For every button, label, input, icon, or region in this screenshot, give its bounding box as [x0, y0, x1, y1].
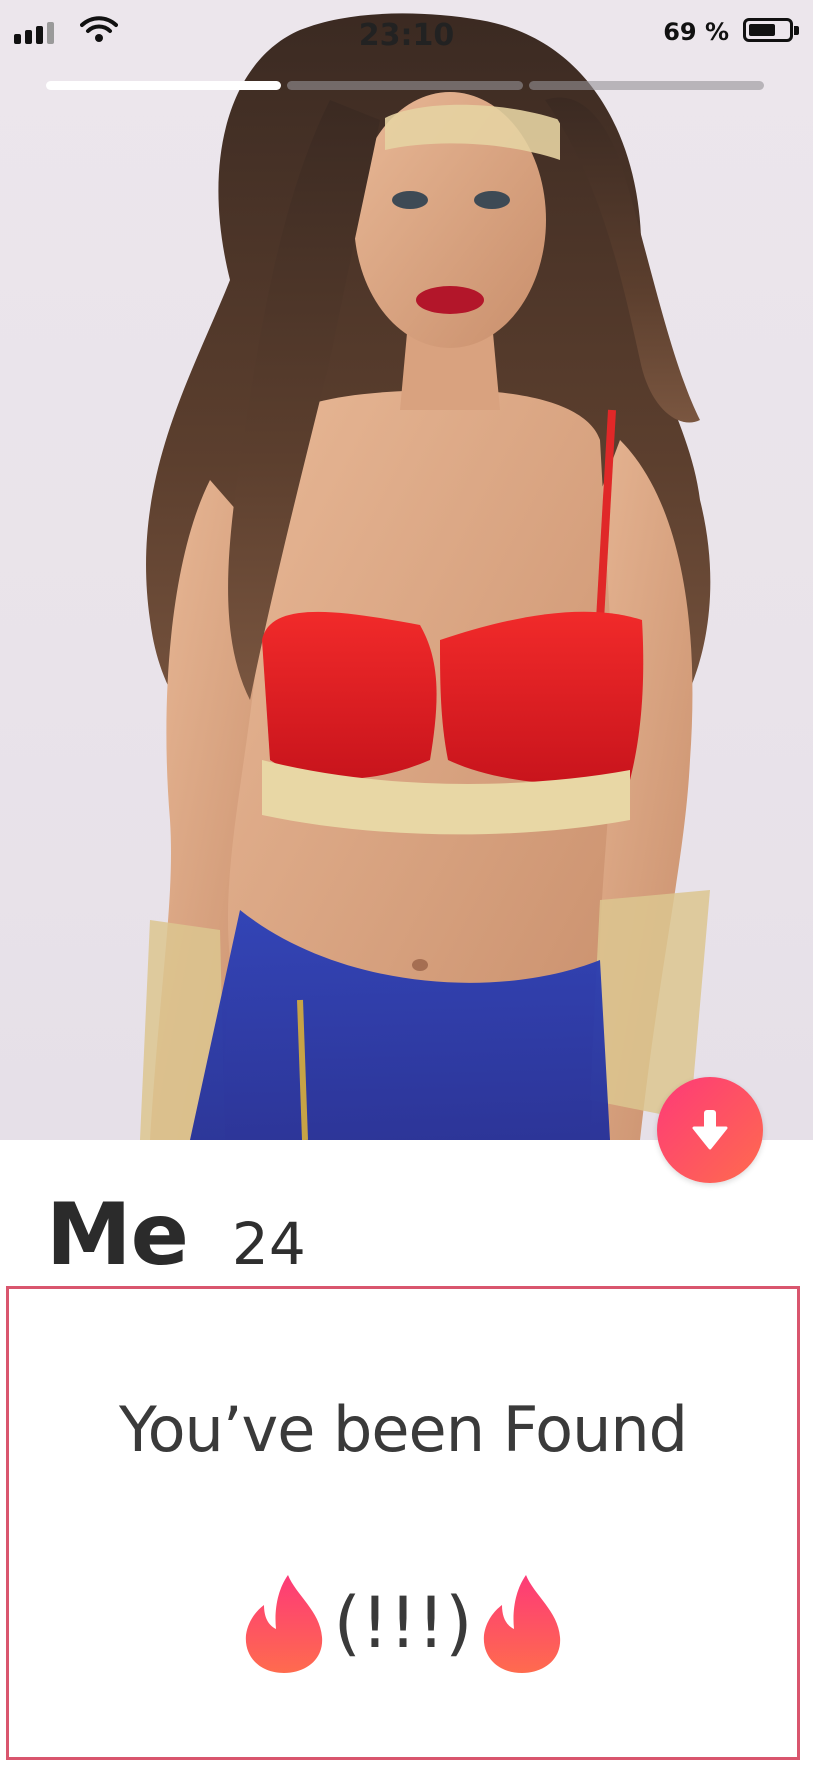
bio-box: You’ve been Found (!!!)	[6, 1286, 800, 1760]
bio-line-2: (!!!)	[9, 1571, 797, 1675]
photo-progress-segment[interactable]	[287, 81, 523, 90]
flame-icon	[245, 1575, 322, 1673]
profile-photo-image	[140, 13, 711, 1140]
profile-screen: 23:10 69 % Me 24 You’ve been Found (!!!)	[0, 0, 813, 1766]
arrow-down-icon	[692, 1110, 728, 1150]
profile-header: Me 24	[46, 1185, 306, 1285]
profile-info-button[interactable]	[657, 1077, 763, 1183]
battery-percent: 69 %	[663, 18, 729, 46]
photo-progress-segment[interactable]	[528, 81, 764, 90]
profile-name: Me	[46, 1185, 189, 1285]
photo-progress-segment[interactable]	[46, 81, 282, 90]
flame-icon	[484, 1575, 561, 1673]
bio-line-1: You’ve been Found	[118, 1393, 688, 1466]
profile-age: 24	[231, 1210, 306, 1278]
status-bar: 23:10 69 %	[0, 0, 813, 70]
battery-icon	[743, 18, 799, 42]
bio-exclamations: (!!!)	[333, 1582, 473, 1664]
profile-photo[interactable]	[0, 0, 813, 1140]
photo-progress-indicator	[46, 81, 764, 91]
